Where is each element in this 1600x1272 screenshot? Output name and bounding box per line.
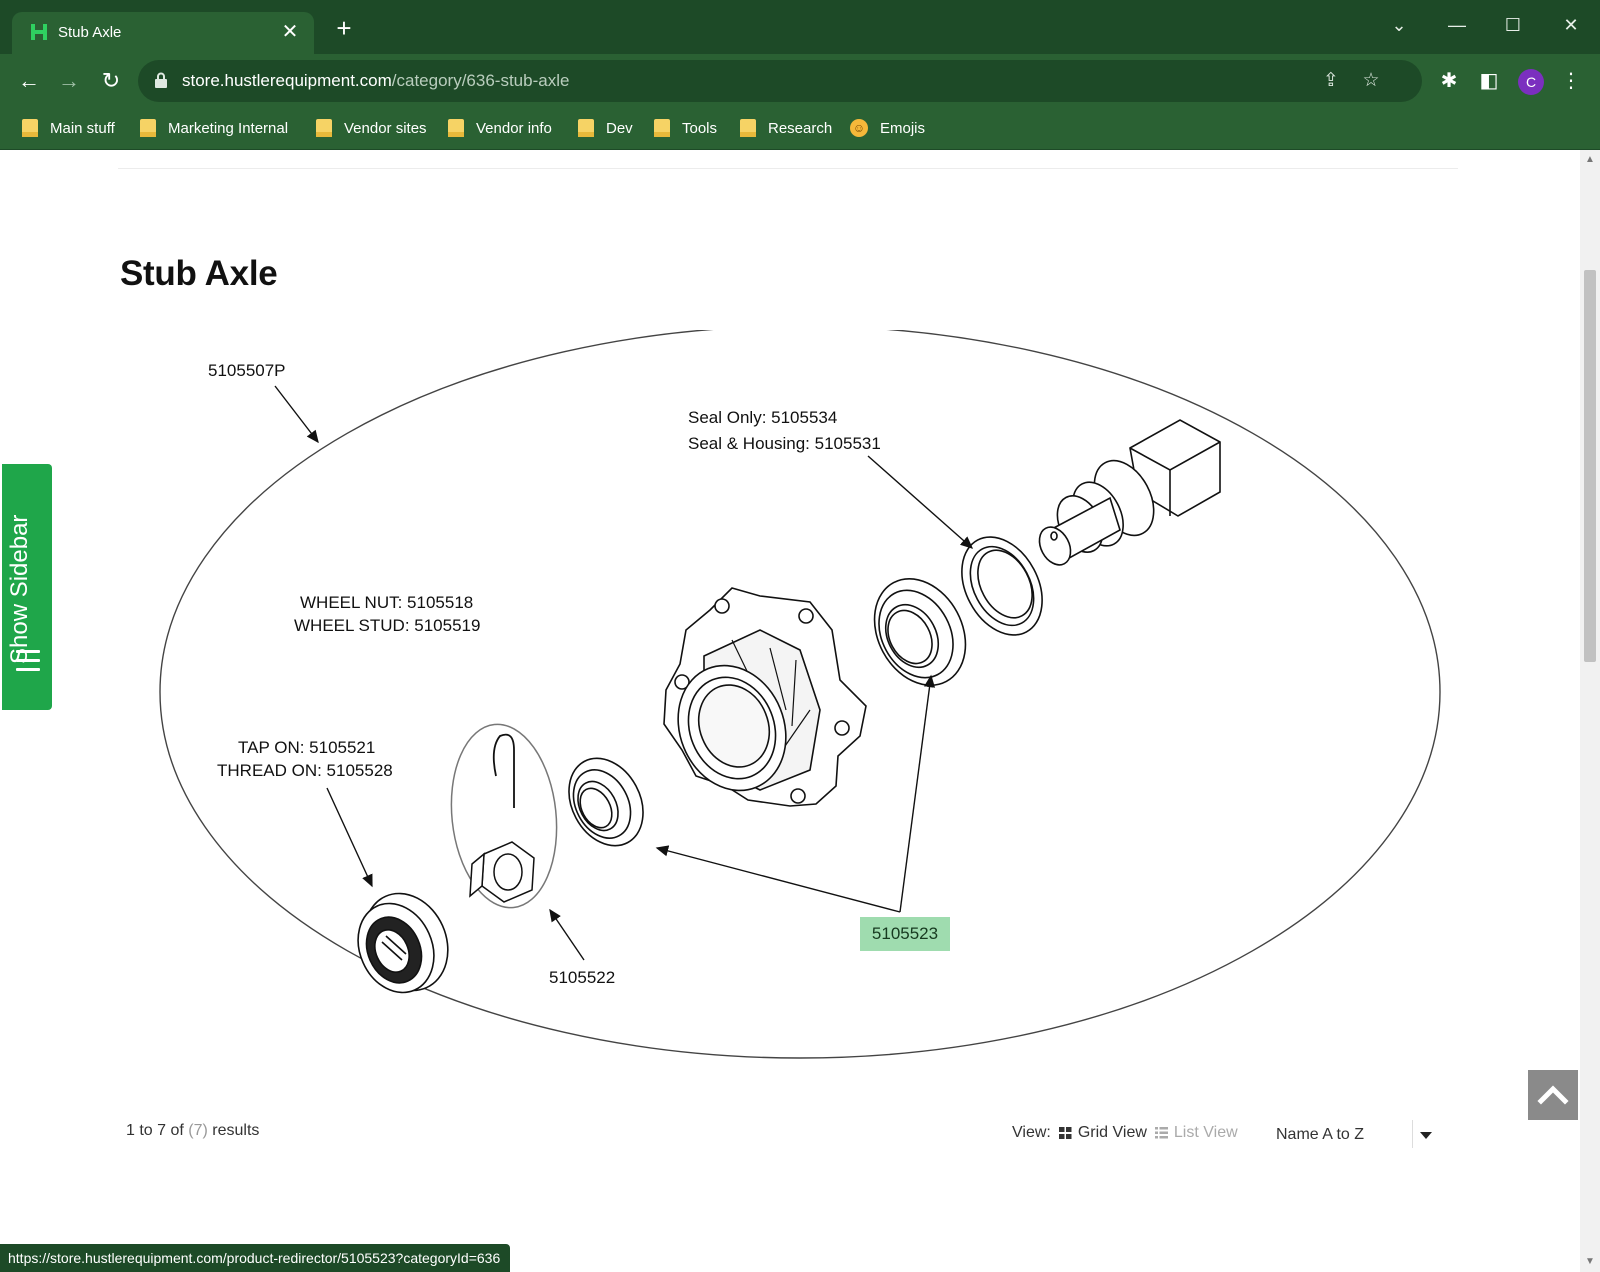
bookmark-main-stuff[interactable]: Main stuff xyxy=(22,116,115,140)
share-icon[interactable]: ⇪ xyxy=(1318,68,1344,94)
bookmark-research[interactable]: Research xyxy=(740,116,832,140)
url-path: /category/636-stub-axle xyxy=(391,71,570,90)
label-wheel-stud[interactable]: WHEEL STUD: 5105519 xyxy=(294,616,480,635)
close-window-icon[interactable]: ✕ xyxy=(1556,10,1586,40)
dust-cap-part[interactable] xyxy=(344,880,462,1005)
address-bar[interactable]: store.hustlerequipment.com/category/636-… xyxy=(138,60,1422,102)
label-cotter-nut[interactable]: 5105522 xyxy=(549,968,615,987)
folder-icon xyxy=(578,119,594,137)
bookmark-label: Main stuff xyxy=(50,119,115,137)
tab-strip: Stub Axle ✕ + ⌄ — ☐ ✕ xyxy=(0,0,1600,54)
folder-icon xyxy=(140,119,156,137)
bookmark-vendor-sites[interactable]: Vendor sites xyxy=(316,116,427,140)
new-tab-button[interactable]: + xyxy=(330,15,358,44)
view-label: View: xyxy=(1012,1124,1051,1141)
profile-avatar[interactable]: C xyxy=(1518,69,1544,95)
maximize-icon[interactable]: ☐ xyxy=(1498,10,1528,40)
label-wheel-nut[interactable]: WHEEL NUT: 5105518 xyxy=(300,593,473,612)
results-count: 1 to 7 of (7) results xyxy=(126,1122,259,1140)
folder-icon xyxy=(448,119,464,137)
forward-icon[interactable]: → xyxy=(54,66,84,96)
bookmark-dev[interactable]: Dev xyxy=(578,116,633,140)
list-view-button[interactable]: List View xyxy=(1174,1124,1238,1142)
list-view-icon xyxy=(1154,1127,1168,1139)
scroll-down-icon[interactable]: ▼ xyxy=(1584,1256,1596,1268)
tab-stub-axle[interactable]: Stub Axle ✕ xyxy=(12,12,314,54)
chevron-up-icon xyxy=(1537,1085,1569,1105)
scroll-up-icon[interactable]: ▲ xyxy=(1584,154,1596,166)
back-to-top-button[interactable] xyxy=(1528,1070,1578,1120)
tab-title: Stub Axle xyxy=(58,24,122,41)
folder-icon xyxy=(654,119,670,137)
bookmark-label: Tools xyxy=(682,119,718,137)
sort-select[interactable]: Name A to Z xyxy=(1274,1116,1440,1152)
divider xyxy=(1412,1120,1413,1148)
reload-icon[interactable]: ↻ xyxy=(96,66,126,96)
sort-value: Name A to Z xyxy=(1276,1126,1365,1143)
label-assembly[interactable]: 5105507P xyxy=(208,361,286,380)
label-seal-only[interactable]: Seal Only: 5105534 xyxy=(688,408,837,427)
hub-part[interactable] xyxy=(660,587,867,807)
part-link-5105523[interactable]: 5105523 xyxy=(860,917,950,951)
grid-view-icon xyxy=(1058,1127,1072,1139)
browser-toolbar: ← → ↻ store.hustlerequipment.com/categor… xyxy=(0,54,1600,106)
show-sidebar-button[interactable]: Show Sidebar xyxy=(2,464,52,710)
bookmark-emojis[interactable]: ☺ Emojis xyxy=(850,116,925,140)
bookmark-label: Vendor info xyxy=(476,119,552,137)
label-tap-on[interactable]: TAP ON: 5105521 xyxy=(238,738,375,757)
inner-bearing-part[interactable] xyxy=(857,563,984,701)
folder-icon xyxy=(22,119,38,137)
show-sidebar-label: Show Sidebar xyxy=(6,514,33,664)
minimize-icon[interactable]: — xyxy=(1442,10,1472,40)
back-icon[interactable]: ← xyxy=(14,66,44,96)
bookmark-vendor-info[interactable]: Vendor info xyxy=(448,116,552,140)
bookmark-label: Research xyxy=(768,119,833,137)
bookmark-tools[interactable]: Tools xyxy=(654,116,717,140)
tab-close-icon[interactable]: ✕ xyxy=(278,20,302,44)
bookmark-star-icon[interactable]: ☆ xyxy=(1358,68,1384,94)
emoji-icon: ☺ xyxy=(850,119,868,137)
stub-axle-part[interactable] xyxy=(1033,419,1221,570)
leader-arrows xyxy=(274,385,974,961)
hustler-favicon-icon xyxy=(31,24,47,40)
side-panel-icon[interactable]: ◧ xyxy=(1474,66,1504,96)
label-thread-on[interactable]: THREAD ON: 5105528 xyxy=(217,761,393,780)
scrollbar-thumb[interactable] xyxy=(1584,270,1596,662)
bookmark-marketing-internal[interactable]: Marketing Internal xyxy=(140,116,288,140)
page-title: Stub Axle xyxy=(120,254,278,293)
browser-window: Stub Axle ✕ + ⌄ — ☐ ✕ ← → ↻ store.hustle… xyxy=(0,0,1600,1272)
view-toggle: View: Grid View List View xyxy=(1012,1124,1238,1142)
bookmark-label: Dev xyxy=(606,119,633,137)
page-viewport: Stub Axle Show Sidebar 5105507P Seal Onl… xyxy=(0,150,1580,1272)
label-seal-housing[interactable]: Seal & Housing: 5105531 xyxy=(688,434,881,453)
folder-icon xyxy=(316,119,332,137)
lock-icon xyxy=(155,72,167,88)
chevron-down-icon xyxy=(1420,1132,1432,1139)
grid-view-button[interactable]: Grid View xyxy=(1078,1124,1147,1142)
extensions-icon[interactable]: ✱ xyxy=(1434,66,1464,96)
results-total: (7) xyxy=(188,1122,208,1139)
bookmark-label: Marketing Internal xyxy=(168,119,289,137)
hamburger-icon xyxy=(16,650,40,672)
url-text: store.hustlerequipment.com/category/636-… xyxy=(182,71,569,91)
results-prefix: 1 to 7 of xyxy=(126,1122,184,1139)
parts-diagram: 5105507P Seal Only: 5105534 Seal & Housi… xyxy=(159,330,1441,1059)
menu-icon[interactable]: ⋮ xyxy=(1556,66,1586,96)
status-bar-url: https://store.hustlerequipment.com/produ… xyxy=(0,1244,511,1272)
outer-bearing-part[interactable] xyxy=(554,745,657,858)
bookmarks-bar: Main stuff Marketing Internal Vendor sit… xyxy=(0,106,1600,150)
divider xyxy=(118,168,1458,169)
cotter-pin-and-nut-part[interactable] xyxy=(443,719,566,913)
folder-icon xyxy=(740,119,756,137)
url-host: store.hustlerequipment.com xyxy=(182,71,392,90)
bookmark-label: Vendor sites xyxy=(344,119,427,137)
tab-search-icon[interactable]: ⌄ xyxy=(1384,10,1414,40)
results-suffix: results xyxy=(212,1122,260,1139)
bookmark-label: Emojis xyxy=(880,119,926,137)
